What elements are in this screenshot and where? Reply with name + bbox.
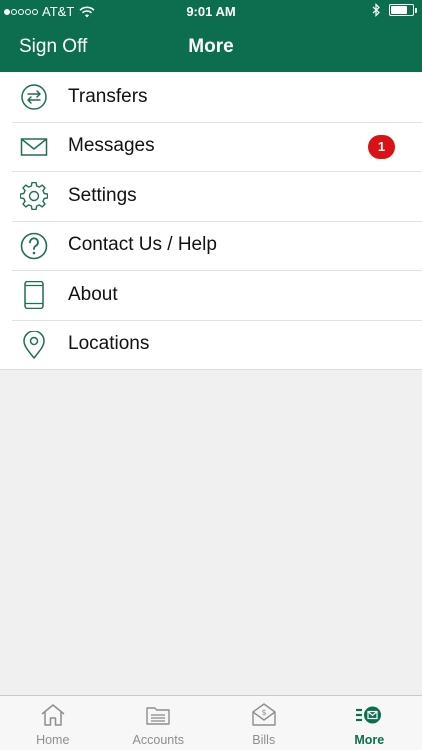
- question-circle-icon: [20, 232, 48, 259]
- menu-item-label: Contact Us / Help: [68, 234, 217, 256]
- menu-item-label: About: [68, 283, 118, 305]
- menu-item-label: Messages: [68, 135, 155, 157]
- svg-text:$: $: [261, 708, 266, 717]
- nav-bar: Sign Off More: [0, 22, 422, 72]
- phone-device-icon: [24, 281, 44, 309]
- tab-accounts[interactable]: Accounts: [106, 696, 212, 750]
- menu-item-transfers[interactable]: Transfers: [0, 72, 422, 122]
- tab-more[interactable]: More: [317, 696, 422, 750]
- more-menu-list: Transfers Messages 1 Settings Contact Us…: [0, 72, 422, 370]
- status-bar: AT&T 9:01 AM: [0, 0, 422, 22]
- gear-icon: [20, 182, 48, 210]
- page-title: More: [188, 36, 234, 57]
- tab-home[interactable]: Home: [0, 696, 106, 750]
- tab-label: Bills: [252, 733, 276, 747]
- app-header: AT&T 9:01 AM Sign Off More: [0, 0, 422, 72]
- tab-bills[interactable]: $ Bills: [211, 696, 317, 750]
- menu-item-label: Transfers: [68, 85, 148, 107]
- menu-item-messages[interactable]: Messages 1: [0, 121, 422, 172]
- menu-item-about[interactable]: About: [0, 270, 422, 320]
- map-pin-icon: [23, 330, 45, 359]
- tab-label: Home: [36, 733, 70, 747]
- menu-item-label: Settings: [68, 184, 137, 206]
- bluetooth-icon: [372, 3, 380, 17]
- status-time: 9:01 AM: [186, 4, 236, 19]
- bill-envelope-icon: $: [252, 703, 276, 726]
- menu-item-label: Locations: [68, 333, 150, 355]
- more-icon: [356, 706, 382, 724]
- envelope-icon: [20, 137, 48, 156]
- tab-label: Accounts: [132, 733, 184, 747]
- menu-item-contact-help[interactable]: Contact Us / Help: [0, 220, 422, 271]
- menu-item-settings[interactable]: Settings: [0, 171, 422, 221]
- battery-icon: [389, 4, 417, 16]
- bottom-tab-bar: Home Accounts $ Bills More: [0, 695, 422, 750]
- menu-item-locations[interactable]: Locations: [0, 319, 422, 370]
- accounts-icon: [146, 707, 170, 725]
- transfer-arrows-icon: [21, 84, 47, 110]
- house-icon: [41, 704, 65, 726]
- unread-messages-badge: 1: [368, 134, 395, 159]
- tab-label: More: [354, 733, 385, 747]
